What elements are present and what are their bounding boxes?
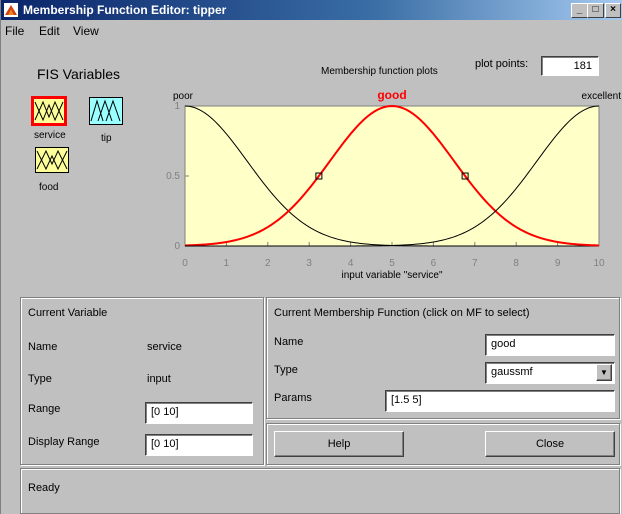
plot-points-input[interactable]: 181 bbox=[541, 56, 599, 76]
membership-function-plot[interactable]: 0 1 2 3 4 5 6 7 8 9 10 0 0.5 1 input variable "service… bbox=[161, 84, 621, 294]
close-window-icon[interactable]: × bbox=[605, 3, 621, 18]
mf-params-input[interactable]: [1.5 5] bbox=[385, 390, 615, 412]
mf-type-label: Type bbox=[274, 364, 298, 376]
status-text: Ready bbox=[28, 482, 60, 494]
y-tick-label: 1 bbox=[174, 101, 180, 112]
mf-label-good: good bbox=[377, 88, 406, 102]
variable-tip-icon[interactable] bbox=[89, 97, 123, 125]
chevron-down-icon[interactable]: ▼ bbox=[596, 364, 612, 381]
mf-name-input[interactable]: good bbox=[485, 334, 615, 356]
variable-tip-label: tip bbox=[101, 133, 112, 144]
x-tick-label: 5 bbox=[389, 258, 395, 269]
mf-label-excellent: excellent bbox=[582, 91, 621, 102]
variable-service-icon[interactable] bbox=[31, 96, 67, 126]
plot-area bbox=[184, 105, 600, 247]
cv-type-label: Type bbox=[28, 373, 52, 385]
mf-label-poor: poor bbox=[173, 91, 194, 102]
title-bar[interactable]: Membership Function Editor: tipper _ □ × bbox=[1, 0, 622, 20]
menu-file[interactable]: File bbox=[5, 24, 24, 38]
x-axis-label: input variable "service" bbox=[341, 270, 442, 281]
help-button[interactable]: Help bbox=[274, 431, 404, 457]
plot-points-label: plot points: bbox=[475, 58, 529, 70]
window-title: Membership Function Editor: tipper bbox=[23, 3, 227, 17]
x-tick-label: 2 bbox=[265, 258, 271, 269]
x-tick-label: 4 bbox=[348, 258, 354, 269]
cv-type-value: input bbox=[147, 373, 171, 385]
menu-view[interactable]: View bbox=[73, 24, 99, 38]
y-tick-label: 0 bbox=[174, 241, 180, 252]
mf-type-value: gaussmf bbox=[491, 366, 533, 378]
close-button[interactable]: Close bbox=[485, 431, 615, 457]
matlab-logo-icon bbox=[4, 3, 18, 17]
variable-service-label: service bbox=[34, 130, 66, 141]
x-tick-label: 7 bbox=[472, 258, 478, 269]
mf-type-select[interactable]: gaussmf ▼ bbox=[485, 362, 615, 384]
current-mf-heading: Current Membership Function (click on MF… bbox=[274, 307, 530, 319]
cv-range-label: Range bbox=[28, 403, 61, 415]
cv-name-label: Name bbox=[28, 341, 58, 353]
maximize-icon[interactable]: □ bbox=[587, 3, 604, 18]
main-window: Membership Function Editor: tipper _ □ ×… bbox=[0, 0, 622, 514]
x-tick-label: 6 bbox=[431, 258, 437, 269]
variable-food-label: food bbox=[39, 182, 59, 193]
plot-caption: Membership function plots bbox=[321, 66, 438, 77]
menu-bar: File Edit View bbox=[1, 20, 622, 40]
fis-variables-heading: FIS Variables bbox=[37, 66, 120, 82]
cv-range-input[interactable]: [0 10] bbox=[145, 402, 253, 424]
x-tick-label: 0 bbox=[182, 258, 188, 269]
variable-food-icon[interactable] bbox=[35, 147, 69, 173]
y-tick-label: 0.5 bbox=[166, 171, 180, 182]
x-tick-label: 3 bbox=[306, 258, 312, 269]
mf-name-label: Name bbox=[274, 336, 304, 348]
minimize-icon[interactable]: _ bbox=[571, 3, 588, 18]
x-tick-label: 10 bbox=[593, 258, 605, 269]
menu-edit[interactable]: Edit bbox=[39, 24, 60, 38]
cv-name-value: service bbox=[147, 341, 182, 353]
cv-display-range-input[interactable]: [0 10] bbox=[145, 434, 253, 456]
current-variable-heading: Current Variable bbox=[28, 307, 108, 319]
status-panel bbox=[20, 468, 620, 514]
cv-display-range-label: Display Range bbox=[28, 436, 100, 448]
x-tick-label: 9 bbox=[555, 258, 561, 269]
x-tick-label: 1 bbox=[224, 258, 230, 269]
mf-params-label: Params bbox=[274, 392, 312, 404]
x-tick-label: 8 bbox=[513, 258, 519, 269]
